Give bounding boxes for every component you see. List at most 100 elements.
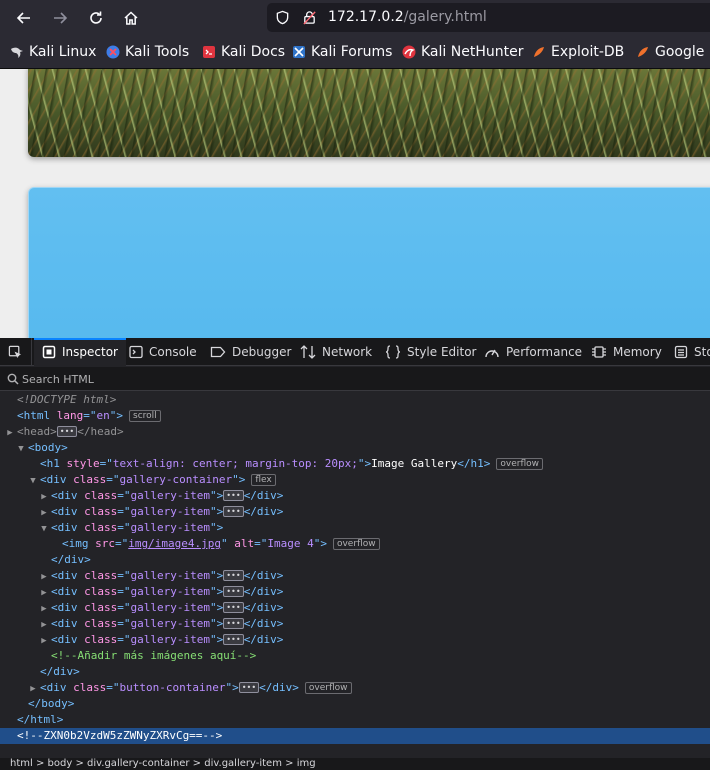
collapsed-dots-icon[interactable]: ••• <box>223 602 244 613</box>
forward-button[interactable] <box>48 6 72 30</box>
element-picker-button[interactable] <box>0 338 32 366</box>
exploit-db-icon <box>532 45 546 59</box>
markup-view[interactable]: <!DOCTYPE html> <html lang="en"> scroll ▶… <box>0 392 710 748</box>
overflow-badge[interactable]: overflow <box>332 538 380 550</box>
collapsed-dots-icon[interactable]: ••• <box>223 586 244 597</box>
expand-arrow-icon[interactable]: ▶ <box>39 617 49 633</box>
doctype-text: <!DOCTYPE html> <box>17 393 117 406</box>
bookmark-label: Exploit-DB <box>551 44 625 60</box>
markup-node-gallery-item[interactable]: ▶ <div class="gallery-item"> ••• </div> <box>0 488 710 504</box>
search-icon <box>7 373 19 385</box>
markup-node-gallery-item-expanded[interactable]: ▼ <div class="gallery-item"> <box>0 520 710 536</box>
back-button[interactable] <box>12 6 36 30</box>
markup-node-html[interactable]: <html lang="en"> scroll <box>0 408 710 424</box>
attr-value-class: gallery-item <box>130 601 210 614</box>
markup-node-body[interactable]: ▼ <body> <box>0 440 710 456</box>
arrow-right-icon <box>54 12 68 24</box>
collapsed-dots-icon[interactable]: ••• <box>223 490 244 501</box>
collapsed-dots-icon[interactable]: ••• <box>223 506 244 517</box>
markup-node-closing-html[interactable]: </html> <box>0 712 710 728</box>
tab-network[interactable]: Network <box>300 338 372 366</box>
tab-debugger[interactable]: Debugger <box>210 338 291 366</box>
markup-node-gallery-item[interactable]: ▶ <div class="gallery-item"> ••• </div> <box>0 568 710 584</box>
bookmark-kali-nethunter[interactable]: Kali NetHunter <box>402 43 523 61</box>
search-html-input[interactable] <box>22 370 702 388</box>
insecure-lock-icon[interactable] <box>302 10 317 25</box>
collapse-arrow-icon[interactable]: ▼ <box>28 473 38 489</box>
performance-icon <box>484 345 500 359</box>
markup-node-closing-div[interactable]: </div> <box>0 664 710 680</box>
attr-value-style: text-align: center; margin-top: 20px; <box>112 457 358 470</box>
bookmark-kali-forums[interactable]: Kali Forums <box>292 43 392 61</box>
expand-arrow-icon[interactable]: ▶ <box>39 601 49 617</box>
tab-performance[interactable]: Performance <box>484 338 582 366</box>
markup-node-gallery-item[interactable]: ▶ <div class="gallery-item"> ••• </div> <box>0 584 710 600</box>
devtools-tab-bar: Inspector Console Debugger Network Style… <box>0 338 710 366</box>
expand-arrow-icon[interactable]: ▶ <box>39 585 49 601</box>
attr-value-class: gallery-item <box>130 633 210 646</box>
breadcrumb-item[interactable]: div.gallery-container <box>87 758 189 769</box>
breadcrumb-item[interactable]: html <box>10 758 33 769</box>
markup-node-button-container[interactable]: ▶ <div class="button-container"> ••• </div>… <box>0 680 710 696</box>
kali-nethunter-icon <box>402 45 416 59</box>
flex-badge[interactable]: flex <box>251 474 276 486</box>
markup-node-img[interactable]: <img src="img/image4.jpg" alt="Image 4">… <box>0 536 710 552</box>
markup-node-closing-body[interactable]: </body> <box>0 696 710 712</box>
arrow-left-icon <box>16 12 30 24</box>
attr-value-class: gallery-item <box>130 489 210 502</box>
breadcrumb-item[interactable]: img <box>297 758 316 769</box>
markup-node-gallery-item[interactable]: ▶ <div class="gallery-item"> ••• </div> <box>0 616 710 632</box>
markup-node-head[interactable]: ▶ <head> ••• </head> <box>0 424 710 440</box>
tab-inspector[interactable]: Inspector <box>34 338 126 366</box>
collapse-arrow-icon[interactable]: ▼ <box>16 441 26 457</box>
expand-arrow-icon[interactable]: ▶ <box>39 569 49 585</box>
breadcrumb: html > body > div.gallery-container > di… <box>0 758 710 770</box>
img-src-link[interactable]: img/image4.jpg <box>128 537 221 550</box>
expand-arrow-icon[interactable]: ▶ <box>39 505 49 521</box>
breadcrumb-item[interactable]: body <box>48 758 73 769</box>
style-editor-icon <box>385 345 401 359</box>
overflow-badge[interactable]: overflow <box>304 682 352 694</box>
bookmark-label: Kali NetHunter <box>421 44 524 60</box>
url-bar[interactable]: 172.17.0.2/galery.html <box>267 3 710 32</box>
shield-icon[interactable] <box>275 10 290 25</box>
collapsed-dots-icon[interactable]: ••• <box>238 682 260 693</box>
markup-node-comment[interactable]: <!--Añadir más imágenes aquí--> <box>0 648 710 664</box>
tab-storage[interactable]: Storage <box>674 338 710 366</box>
tab-memory[interactable]: Memory <box>591 338 662 366</box>
expand-arrow-icon[interactable]: ▶ <box>39 633 49 649</box>
markup-node-closing-div[interactable]: </div> <box>0 552 710 568</box>
markup-node-doctype[interactable]: <!DOCTYPE html> <box>0 392 710 408</box>
home-button[interactable] <box>119 6 143 30</box>
scroll-badge[interactable]: scroll <box>129 410 161 422</box>
expand-arrow-icon[interactable]: ▶ <box>28 681 38 697</box>
markup-node-h1[interactable]: <h1 style="text-align: center; margin-to… <box>0 456 710 472</box>
bookmark-kali-linux[interactable]: Kali Linux <box>10 43 96 61</box>
bookmark-kali-tools[interactable]: Kali Tools <box>106 43 189 61</box>
bookmark-label: Google Hacking DB <box>655 44 710 60</box>
markup-node-gallery-item[interactable]: ▶ <div class="gallery-item"> ••• </div> <box>0 504 710 520</box>
collapse-arrow-icon[interactable]: ▼ <box>39 521 49 537</box>
page-viewport[interactable] <box>0 69 710 338</box>
collapsed-dots-icon[interactable]: ••• <box>223 634 244 645</box>
tab-console[interactable]: Console <box>129 338 197 366</box>
markup-node-gallery-item[interactable]: ▶ <div class="gallery-item"> ••• </div> <box>0 600 710 616</box>
search-html-bar <box>0 367 710 391</box>
bookmark-google-hacking-db[interactable]: Google Hacking DB <box>636 43 710 61</box>
google-hacking-db-icon <box>636 45 650 59</box>
overflow-badge[interactable]: overflow <box>496 458 543 470</box>
markup-node-gallery-container[interactable]: ▼ <div class="gallery-container"> flex <box>0 472 710 488</box>
collapsed-dots-icon[interactable]: ••• <box>223 570 244 581</box>
collapsed-dots-icon[interactable]: ••• <box>56 426 78 437</box>
breadcrumb-item[interactable]: div.gallery-item <box>204 758 282 769</box>
markup-node-selected-comment[interactable]: <!--ZXN0b2VzdW5zZWNyZXRvCg==--> <box>0 728 710 744</box>
tab-style-editor[interactable]: Style Editor <box>385 338 476 366</box>
html-comment: <!--Añadir más imágenes aquí--> <box>51 649 257 662</box>
bookmark-exploit-db[interactable]: Exploit-DB <box>532 43 624 61</box>
collapsed-dots-icon[interactable]: ••• <box>223 618 244 629</box>
expand-arrow-icon[interactable]: ▶ <box>39 489 49 505</box>
reload-button[interactable] <box>84 6 108 30</box>
bookmark-kali-docs[interactable]: Kali Docs <box>202 43 285 61</box>
markup-node-gallery-item[interactable]: ▶ <div class="gallery-item"> ••• </div> <box>0 632 710 648</box>
expand-arrow-icon[interactable]: ▶ <box>5 425 15 441</box>
